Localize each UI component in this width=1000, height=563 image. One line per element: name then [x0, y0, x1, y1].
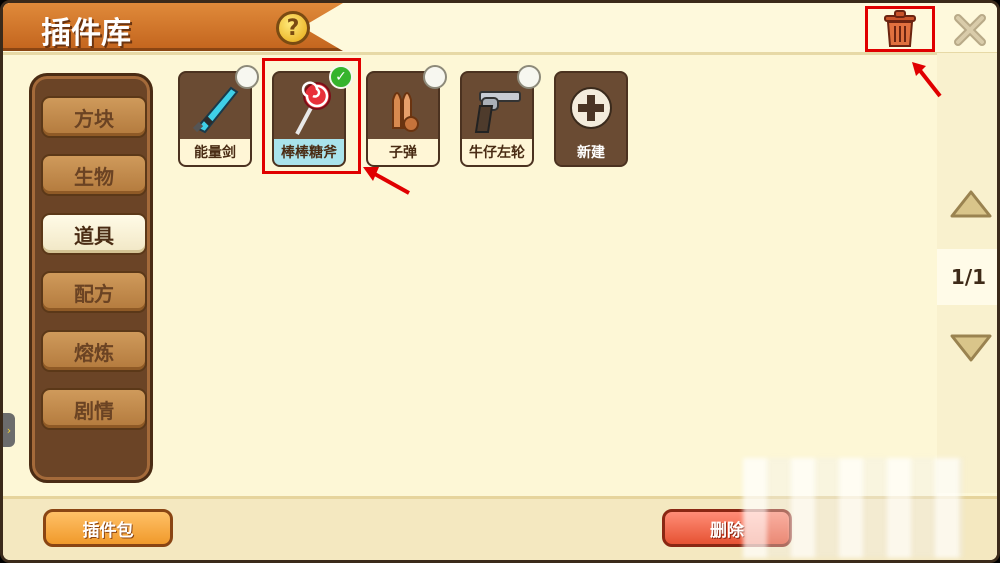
- new-item-card[interactable]: 新建: [554, 71, 628, 167]
- chevron-right-icon: ›: [6, 423, 12, 437]
- side-expand-tab[interactable]: ›: [3, 413, 15, 447]
- plus-icon: [556, 73, 626, 143]
- header-bar: 插件库 ?: [3, 3, 997, 55]
- item-select-radio[interactable]: [517, 65, 541, 89]
- item-label: 牛仔左轮: [462, 139, 532, 165]
- trash-button[interactable]: [865, 6, 935, 52]
- help-button[interactable]: ?: [276, 11, 310, 45]
- triangle-up-icon: [950, 190, 992, 218]
- category-blocks[interactable]: 方块: [41, 96, 147, 138]
- item-label: 能量剑: [180, 139, 250, 165]
- plugin-pack-button[interactable]: 插件包: [43, 509, 173, 547]
- watermark-blur: [743, 458, 963, 558]
- new-item-label: 新建: [556, 139, 626, 165]
- page-indicator: 1/1: [937, 249, 997, 305]
- page-title: 插件库: [41, 16, 131, 51]
- category-creatures[interactable]: 生物: [41, 154, 147, 196]
- item-select-radio[interactable]: [423, 65, 447, 89]
- annotation-arrow-item: [363, 167, 410, 195]
- selection-highlight: [262, 58, 361, 174]
- category-items[interactable]: 道具: [41, 213, 147, 255]
- plugin-library-window: 插件库 ? 方块 生物 道具 配方 熔炼 剧情 › 能量剑 棒棒糖斧 ✓ 子弹 …: [0, 0, 1000, 563]
- category-smelting[interactable]: 熔炼: [41, 330, 147, 372]
- trash-icon: [884, 10, 916, 47]
- annotation-arrow-trash: [912, 62, 942, 98]
- item-select-radio[interactable]: [235, 65, 259, 89]
- triangle-down-icon: [950, 334, 992, 362]
- close-icon: [954, 14, 986, 46]
- category-story[interactable]: 剧情: [41, 388, 147, 430]
- page-up-button[interactable]: [949, 189, 993, 219]
- item-label: 子弹: [368, 139, 438, 165]
- category-panel: 方块 生物 道具 配方 熔炼 剧情: [29, 73, 153, 483]
- close-button[interactable]: [951, 11, 989, 49]
- page-down-button[interactable]: [949, 333, 993, 363]
- category-recipes[interactable]: 配方: [41, 271, 147, 313]
